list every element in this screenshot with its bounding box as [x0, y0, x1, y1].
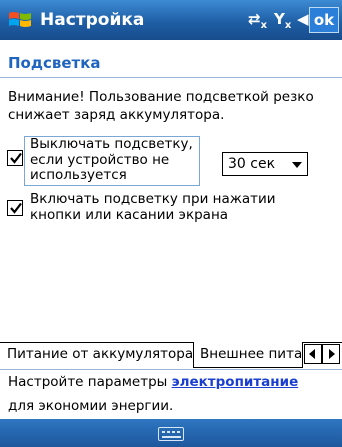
volume-icon[interactable]: ◀︎	[297, 10, 309, 28]
app-title: Настройка	[40, 10, 145, 30]
backlight-off-checkbox[interactable]	[7, 150, 23, 166]
arrow-left-icon	[309, 349, 315, 359]
info-divider	[0, 369, 342, 370]
keyboard-icon[interactable]	[158, 427, 184, 441]
header-divider	[0, 77, 342, 78]
backlight-on-checkbox[interactable]	[7, 200, 23, 216]
tab-external[interactable]: Внешнее питание	[193, 342, 303, 368]
connectivity-icon[interactable]: ⇄x	[248, 10, 267, 31]
page-header: Подсветка	[0, 48, 342, 78]
backlight-off-label[interactable]: Выключать подсветку, если устройство не …	[30, 136, 200, 184]
checkmark-icon	[10, 152, 22, 164]
chevron-down-icon	[292, 162, 302, 168]
tab-scroll-right-button[interactable]	[322, 344, 340, 364]
checkmark-icon	[10, 202, 22, 214]
backlight-on-label[interactable]: Включать подсветку при нажатии кнопки ил…	[30, 191, 320, 223]
info-line-1: Настройте параметры электропитание	[8, 374, 298, 390]
tab-scroll-left-button[interactable]	[304, 344, 322, 364]
tab-external-label: Внешнее питание	[200, 346, 303, 362]
signal-off-icon[interactable]: Yx	[274, 10, 291, 31]
info-prefix: Настройте параметры	[8, 374, 172, 390]
bottom-bar	[0, 419, 342, 447]
warning-text: Внимание! Пользование подсветкой резко с…	[8, 89, 314, 123]
title-bar: Настройка ⇄x Yx ◀︎ ok	[0, 0, 342, 40]
windows-start-icon[interactable]	[7, 8, 33, 32]
info-line-2: для экономии энергии.	[8, 398, 174, 414]
timeout-dropdown[interactable]: 30 сек	[222, 152, 308, 176]
ok-button[interactable]: ok	[309, 7, 339, 33]
tab-battery[interactable]: Питание от аккумулятора	[7, 346, 193, 362]
power-settings-link[interactable]: электропитание	[172, 374, 299, 390]
timeout-value: 30 сек	[228, 156, 276, 172]
page-title: Подсветка	[8, 54, 101, 72]
arrow-right-icon	[329, 349, 335, 359]
